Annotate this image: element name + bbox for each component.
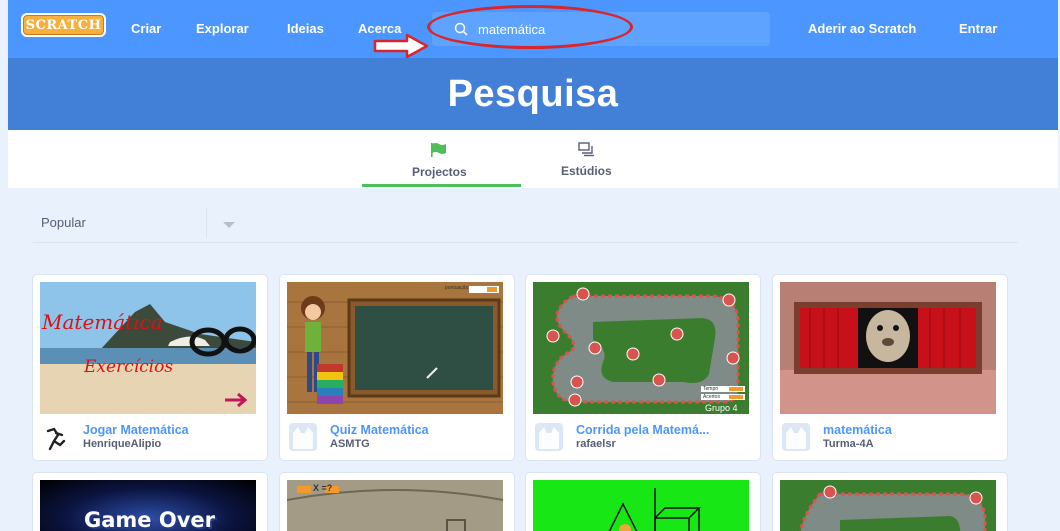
project-card[interactable] (525, 472, 761, 531)
tab-studios-label: Estúdios (561, 164, 612, 178)
annotation-arrow-icon (373, 33, 429, 59)
project-title[interactable]: Quiz Matemática (330, 423, 429, 437)
tab-projects-label: Projectos (412, 165, 467, 179)
project-title[interactable]: Corrida pela Matemá... (576, 423, 709, 437)
project-thumbnail[interactable] (780, 282, 996, 414)
active-tab-indicator (362, 184, 521, 187)
nav-link-criar[interactable]: Criar (131, 21, 161, 36)
project-title[interactable]: Jogar Matemática (83, 423, 189, 437)
avatar[interactable] (535, 423, 563, 451)
nav-link-ideias[interactable]: Ideias (287, 21, 324, 36)
project-card[interactable]: pontuação Quiz Matemática ASMTG (279, 274, 515, 461)
project-thumbnail[interactable] (780, 480, 996, 531)
project-thumbnail[interactable]: Game Over (40, 480, 256, 531)
join-scratch-link[interactable]: Aderir ao Scratch (808, 21, 916, 36)
flag-icon (431, 143, 447, 157)
tab-bar: Projectos Estúdios (8, 130, 1058, 188)
project-author[interactable]: rafaelsr (576, 438, 616, 450)
thumb-caption: Matemática (42, 310, 163, 334)
project-card[interactable] (772, 472, 1008, 531)
tab-studios[interactable]: Estúdios (561, 142, 612, 178)
project-thumbnail[interactable] (533, 480, 749, 531)
logo-text: SCRATCH (25, 17, 102, 33)
nav-link-explorar[interactable]: Explorar (196, 21, 249, 36)
project-card[interactable]: X =? (279, 472, 515, 531)
avatar[interactable] (782, 423, 810, 451)
thumb-time-label: Tempo (703, 386, 719, 392)
project-card[interactable]: Game Over (32, 472, 268, 531)
project-thumbnail[interactable]: X =? (287, 480, 503, 531)
page-banner: Pesquisa (8, 58, 1058, 130)
project-author[interactable]: Turma-4A (823, 438, 874, 450)
project-title[interactable]: matemática (823, 423, 892, 437)
project-thumbnail[interactable]: Tempo Acertos Grupo 4 (533, 282, 749, 414)
thumb-score-label: pontuação (445, 285, 469, 291)
thumb-hits-label: Acertos (703, 394, 720, 400)
studio-icon (578, 142, 595, 157)
project-author[interactable]: ASMTG (330, 438, 370, 450)
thumb-caption-2: Exercícios (84, 357, 174, 377)
results-area: Popular Matemática Exercícios Jogar Mate… (8, 188, 1058, 531)
thumb-caption: Game Over (84, 508, 215, 531)
caret-down-icon[interactable] (223, 222, 235, 228)
tab-projects[interactable]: Projectos (412, 142, 467, 179)
project-author[interactable]: HenriqueAlipio (83, 438, 161, 450)
sort-selected[interactable]: Popular (41, 215, 86, 230)
page-title: Pesquisa (447, 72, 619, 115)
thumb-group-label: Grupo 4 (705, 403, 738, 413)
separator-line (33, 242, 1018, 243)
sort-divider (206, 208, 207, 238)
sign-in-link[interactable]: Entrar (959, 21, 997, 36)
project-thumbnail[interactable]: Matemática Exercícios (40, 282, 256, 414)
thumb-caption: X =? (313, 483, 333, 493)
project-card[interactable]: matemática Turma-4A (772, 274, 1008, 461)
scratch-logo[interactable]: SCRATCH (21, 13, 106, 37)
annotation-ellipse (427, 5, 633, 49)
project-thumbnail[interactable]: pontuação (287, 282, 503, 414)
project-card[interactable]: Tempo Acertos Grupo 4 Corrida pela Matem… (525, 274, 761, 461)
avatar[interactable] (289, 423, 317, 451)
project-card[interactable]: Matemática Exercícios Jogar Matemática H… (32, 274, 268, 461)
avatar[interactable] (42, 423, 70, 451)
